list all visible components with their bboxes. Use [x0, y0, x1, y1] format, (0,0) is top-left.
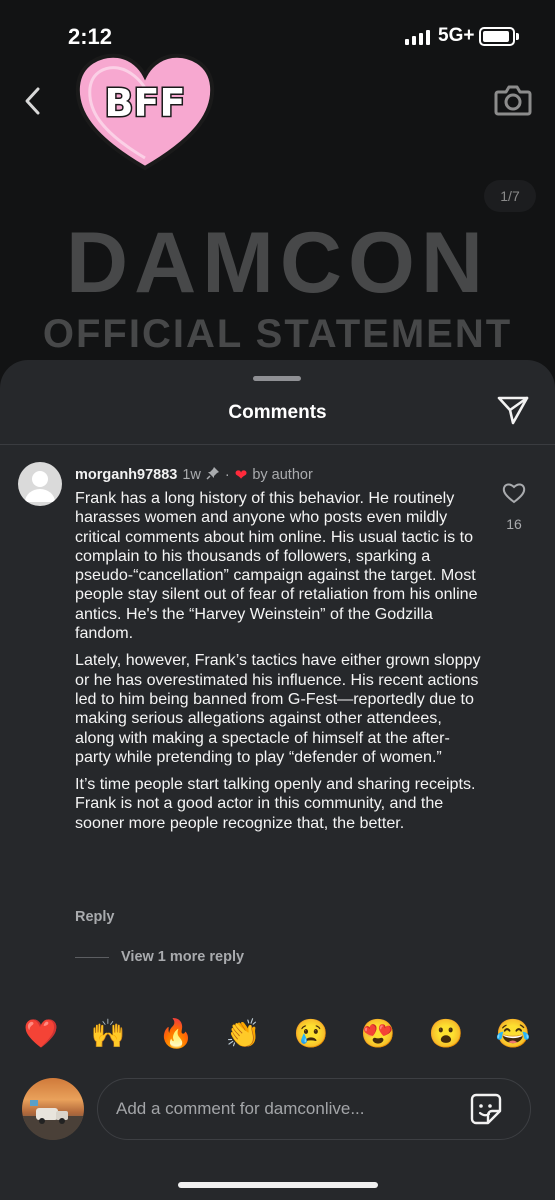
emoji-laughing[interactable]: 😂: [493, 1014, 533, 1054]
comment-age: 1w: [182, 467, 201, 483]
chevron-left-icon[interactable]: [22, 86, 44, 121]
battery-icon: [479, 27, 519, 46]
emoji-heart[interactable]: ❤️: [21, 1014, 61, 1054]
comment-input[interactable]: [116, 1079, 456, 1139]
home-indicator[interactable]: [178, 1182, 378, 1188]
emoji-crying[interactable]: 😢: [291, 1014, 331, 1054]
post-background: 2:12 5G+ BFF 1/7 DAMCON OFFICIAL STATEME…: [0, 0, 555, 400]
emoji-heart-eyes[interactable]: 😍: [358, 1014, 398, 1054]
camera-icon[interactable]: [494, 82, 532, 123]
emoji-raised-hands[interactable]: 🙌: [88, 1014, 128, 1054]
sheet-divider: [0, 444, 555, 445]
emoji-surprised[interactable]: 😮: [426, 1014, 466, 1054]
reply-button[interactable]: Reply: [75, 909, 115, 925]
comment-meta: morganh97883 1w · ❤ by author: [75, 466, 313, 484]
liked-by-label: by author: [252, 467, 313, 483]
comments-sheet: Comments morganh97883 1w · ❤ by author F…: [0, 360, 555, 1200]
view-more-replies-button[interactable]: View 1 more reply: [121, 949, 244, 965]
post-subtitle: OFFICIAL STATEMENT: [42, 312, 513, 356]
sheet-title: Comments: [228, 402, 327, 423]
sheet-handle[interactable]: [253, 376, 301, 381]
user-avatar[interactable]: [22, 1078, 84, 1140]
sticker-icon[interactable]: [470, 1093, 502, 1130]
comment-username[interactable]: morganh97883: [75, 467, 177, 483]
bff-heart-sticker: BFF: [75, 53, 215, 171]
post-title: DAMCON: [66, 215, 489, 311]
comment-composer: [97, 1078, 531, 1140]
emoji-bar: ❤️ 🙌 🔥 👏 😢 😍 😮 😂: [0, 1014, 555, 1054]
comment-paragraph: It’s time people start talking openly an…: [75, 775, 476, 832]
sticker-text: BFF: [105, 81, 186, 125]
pin-icon: [206, 466, 220, 484]
like-count: 16: [506, 516, 522, 532]
comment-body: Frank has a long history of this behavio…: [75, 489, 485, 841]
send-icon[interactable]: [496, 394, 530, 431]
dot-separator: ·: [224, 467, 230, 483]
pager-badge: 1/7: [484, 180, 536, 212]
signal-icon: [405, 29, 430, 45]
emoji-fire[interactable]: 🔥: [156, 1014, 196, 1054]
network-label: 5G+: [438, 25, 475, 46]
like-heart-icon[interactable]: [502, 482, 526, 509]
replies-divider: [75, 957, 109, 958]
author-heart-icon: ❤: [234, 467, 248, 484]
emoji-clap[interactable]: 👏: [223, 1014, 263, 1054]
comment-paragraph: Frank has a long history of this behavio…: [75, 489, 478, 643]
comment-paragraph: Lately, however, Frank’s tactics have ei…: [75, 651, 481, 766]
avatar[interactable]: [18, 462, 62, 506]
